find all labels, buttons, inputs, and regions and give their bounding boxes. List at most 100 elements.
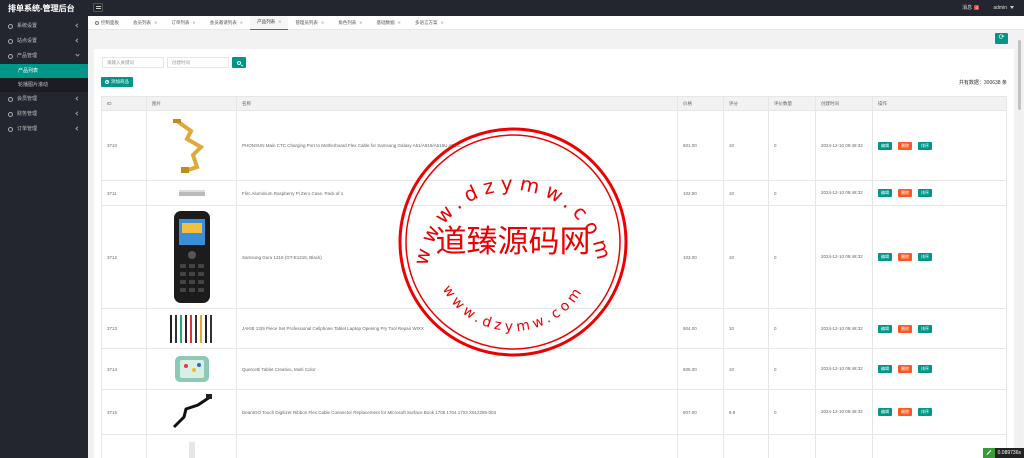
- cell-time: [815, 434, 873, 458]
- tab-dashboard[interactable]: 控制面板: [88, 16, 126, 30]
- sidebar-subitem-product-list[interactable]: 产品列表: [0, 64, 88, 78]
- page-scrollbar[interactable]: [1017, 36, 1022, 458]
- cell-id: [101, 434, 147, 458]
- edit-button[interactable]: 编辑: [878, 324, 892, 333]
- header-right: 消息 0 admin: [962, 4, 1014, 11]
- user-icon: [8, 97, 13, 102]
- cell-id: 3715: [101, 389, 147, 435]
- box-icon: [8, 54, 13, 59]
- sort-button[interactable]: 排序: [918, 324, 932, 333]
- chevron-left-icon: [75, 111, 80, 116]
- cell-name: PHONSUN Main CTC Charging Port to Mother…: [236, 110, 678, 181]
- delete-button[interactable]: 删除: [898, 253, 912, 261]
- sort-button[interactable]: 排序: [918, 408, 932, 416]
- sidebar-item-label: 系统设置: [17, 23, 38, 29]
- column-header-score: 评分: [723, 96, 769, 111]
- leaf-icon: [982, 448, 995, 458]
- tab-member-invite-list[interactable]: 会员邀请列表 ✕: [203, 16, 250, 30]
- close-icon[interactable]: ✕: [398, 16, 401, 30]
- chevron-left-icon: [75, 126, 80, 131]
- close-icon[interactable]: ✕: [321, 16, 324, 30]
- user-menu[interactable]: admin: [993, 5, 1007, 11]
- edit-button[interactable]: 编辑: [878, 253, 892, 261]
- cell-reviews: 0: [768, 180, 816, 206]
- delete-button[interactable]: 删除: [898, 189, 912, 197]
- column-header-actions: 操作: [872, 96, 1007, 111]
- cell-id: 3714: [101, 348, 147, 390]
- sort-button[interactable]: 排序: [918, 189, 932, 197]
- sidebar-item-label: 产品管理: [17, 53, 38, 59]
- cell-time: 2024-12-10 09:48:32: [815, 205, 873, 309]
- edit-button[interactable]: 编辑: [878, 141, 892, 150]
- caret-down-icon[interactable]: [1010, 6, 1014, 9]
- column-header-reviews: 评价数量: [768, 96, 816, 111]
- cell-actions: 编辑 删除 排序: [872, 180, 1007, 206]
- close-icon[interactable]: ✕: [278, 15, 281, 29]
- sidebar-item-label: 会员管理: [17, 96, 38, 102]
- cell-image: [146, 180, 237, 206]
- table-row: 3712 Samsung Guru 1215 (GT-E1215, Black)…: [101, 205, 1007, 309]
- sidebar-item-member-management[interactable]: 会员管理: [0, 92, 88, 107]
- close-icon[interactable]: ✕: [192, 16, 195, 30]
- cell-score: 10: [723, 110, 769, 181]
- cell-name: Flirc Aluminium Raspberry Pi Zero Case, …: [236, 180, 678, 206]
- close-icon[interactable]: ✕: [240, 16, 243, 30]
- cell-time: 2024-12-10 09:48:32: [815, 389, 873, 435]
- tab-admin-list[interactable]: 管理员列表 ✕: [288, 16, 331, 30]
- edit-button[interactable]: 编辑: [878, 365, 892, 373]
- cell-name: Samsung Guru 1215 (GT-E1215, Black): [236, 205, 678, 309]
- menu-toggle-button[interactable]: [93, 3, 103, 12]
- flex-cable-image: [152, 117, 231, 175]
- add-product-button[interactable]: + 添加商品: [101, 77, 133, 87]
- close-icon[interactable]: ✕: [359, 16, 362, 30]
- close-icon[interactable]: ✕: [154, 16, 157, 30]
- tab-label: 管理员列表: [295, 19, 318, 25]
- tab-language-scheme[interactable]: 多语言方案 ✕: [408, 16, 451, 30]
- cell-score: 10: [723, 348, 769, 390]
- delete-button[interactable]: 删除: [898, 365, 912, 373]
- keyword-input[interactable]: 请输入关键词: [102, 57, 164, 68]
- performance-value: 0.089736s: [997, 450, 1021, 456]
- delete-button[interactable]: 删除: [898, 408, 912, 416]
- refresh-button[interactable]: ⟳: [995, 33, 1008, 44]
- cell-score: 10: [723, 205, 769, 309]
- sort-button[interactable]: 排序: [918, 253, 932, 261]
- tab-member-list[interactable]: 会员列表 ✕: [126, 16, 164, 30]
- tab-base-data[interactable]: 基础数据 ✕: [370, 16, 408, 30]
- table-row: 3714 Quercetti Tablet Creativo, Multi Co…: [101, 348, 1007, 390]
- sidebar-item-site-settings[interactable]: 站点设置: [0, 34, 88, 49]
- scrollbar-thumb[interactable]: [1018, 40, 1021, 110]
- column-header-name: 名称: [236, 96, 678, 111]
- table-row: 3711 Flirc Aluminium Raspberry Pi Zero C…: [101, 180, 1007, 206]
- cell-actions: 编辑 删除 排序: [872, 389, 1007, 435]
- tab-role-list[interactable]: 角色列表 ✕: [331, 16, 369, 30]
- message-count-badge: 0: [974, 5, 980, 10]
- date-input[interactable]: 创建时间: [167, 57, 229, 68]
- column-header-id: ID: [101, 96, 147, 111]
- sidebar-item-order-management[interactable]: 订单管理: [0, 122, 88, 137]
- edit-button[interactable]: 编辑: [878, 408, 892, 416]
- close-icon[interactable]: ✕: [441, 16, 444, 30]
- cell-score: 10: [723, 180, 769, 206]
- cell-reviews: 0: [768, 205, 816, 309]
- sidebar-item-system-settings[interactable]: 系统设置: [0, 19, 88, 34]
- edit-button[interactable]: 编辑: [878, 189, 892, 197]
- tab-order-list[interactable]: 订单列表 ✕: [164, 16, 202, 30]
- sidebar-item-finance-management[interactable]: 财务管理: [0, 107, 88, 122]
- tab-label: 多语言方案: [415, 19, 438, 25]
- cell-score: [723, 434, 769, 458]
- tab-label: 产品列表: [257, 19, 276, 24]
- chevron-down-icon: [75, 52, 80, 57]
- cell-reviews: [768, 434, 816, 458]
- sort-button[interactable]: 排序: [918, 365, 932, 373]
- message-link[interactable]: 消息: [962, 4, 972, 11]
- sidebar-item-product-management[interactable]: 产品管理: [0, 49, 88, 64]
- cell-reviews: 0: [768, 348, 816, 390]
- sidebar-subitem-carousel[interactable]: 轮播图片滚动: [0, 78, 88, 92]
- search-button[interactable]: [232, 57, 246, 68]
- delete-button[interactable]: 删除: [898, 324, 912, 333]
- column-header-time: 创建时间: [815, 96, 873, 111]
- tab-product-list[interactable]: 产品列表 ✕: [250, 15, 289, 30]
- delete-button[interactable]: 删除: [898, 141, 912, 150]
- sort-button[interactable]: 排序: [918, 141, 932, 150]
